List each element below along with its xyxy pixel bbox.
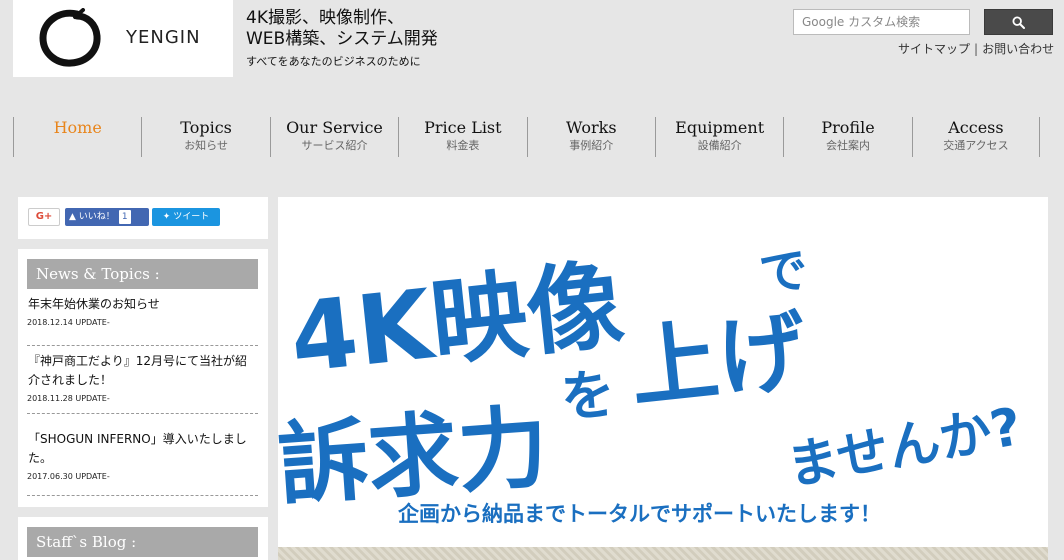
- header-links: サイトマップ | お問い合わせ: [898, 40, 1054, 57]
- tweet-label: ツイート: [173, 212, 210, 222]
- nav-item-sublabel: 事例紹介: [569, 139, 614, 152]
- nav-item-price-list[interactable]: Price List 料金表: [398, 117, 526, 157]
- blog-heading: Staff`s Blog :: [27, 527, 258, 557]
- news-date: 2018.12.14 UPDATE-: [27, 318, 110, 327]
- hero-text-wo: を: [559, 362, 617, 429]
- sitemap-link[interactable]: サイトマップ: [898, 42, 970, 56]
- site-search: [793, 9, 1053, 35]
- tagline: 4K撮影、映像制作、 WEB構築、システム開発 すべてをあなたのビジネスのために: [246, 8, 438, 71]
- hero-text-raise: 上げ: [625, 299, 811, 420]
- nav-item-label: Works: [565, 118, 617, 137]
- news-date: 2018.11.28 UPDATE-: [27, 394, 110, 403]
- like-count: 1: [118, 210, 131, 224]
- nav-item-label: Price List: [424, 118, 502, 137]
- google-plus-button[interactable]: G+: [28, 208, 60, 226]
- hero-text-appeal: 訴求力: [278, 395, 551, 519]
- hero-banner[interactable]: 4K映像 で 訴求力 を 上げ ませんか? 企画から納品までトータルでサポートい…: [278, 197, 1048, 547]
- nav-item-equipment[interactable]: Equipment 設備紹介: [654, 117, 783, 157]
- news-item[interactable]: 年末年始休業のお知らせ 2018.12.14 UPDATE-: [27, 295, 258, 346]
- nav-item-access[interactable]: Access 交通アクセス: [911, 117, 1041, 157]
- nav-item-label: Equipment: [675, 118, 765, 137]
- nav-item-sublabel: サービス紹介: [301, 139, 368, 152]
- link-separator: |: [974, 42, 979, 56]
- main-nav: Home Topics お知らせ Our Service サービス紹介 Pric…: [13, 117, 1053, 157]
- news-topics-panel: News & Topics : 年末年始休業のお知らせ 2018.12.14 U…: [18, 249, 268, 507]
- search-icon: [1012, 15, 1025, 29]
- hero-subline: 企画から納品までトータルでサポートいたします！: [397, 502, 881, 526]
- news-heading: News & Topics :: [27, 259, 258, 289]
- nav-item-sublabel: 交通アクセス: [943, 139, 1009, 152]
- tagline-line-3: すべてをあなたのビジネスのために: [246, 55, 421, 68]
- nav-item-label: Profile: [821, 118, 875, 137]
- nav-item-label: Our Service: [286, 118, 383, 137]
- news-title[interactable]: 「SHOGUN INFERNO」導入いたしました。: [27, 430, 258, 468]
- nav-item-home[interactable]: Home: [13, 117, 141, 157]
- news-item[interactable]: 「SHOGUN INFERNO」導入いたしました。 2017.06.30 UPD…: [27, 430, 258, 496]
- news-title[interactable]: 年末年始休業のお知らせ: [27, 295, 258, 314]
- nav-item-our-service[interactable]: Our Service サービス紹介: [269, 117, 398, 157]
- banner-bottom-strip: [278, 547, 1048, 560]
- ensō-logo-icon: [39, 8, 101, 67]
- logo[interactable]: YENGIN: [13, 0, 233, 77]
- news-title[interactable]: 『神戸商工だより』12月号にて当社が紹介されました！: [27, 352, 258, 390]
- nav-item-works[interactable]: Works 事例紹介: [526, 117, 655, 157]
- nav-item-label: Home: [53, 118, 102, 137]
- tweet-button[interactable]: ✦ ツイート: [152, 208, 220, 226]
- search-button[interactable]: [984, 9, 1053, 35]
- facebook-like-button[interactable]: ▲ いいね！ 1: [65, 208, 149, 226]
- logo-text: YENGIN: [126, 27, 201, 48]
- staff-blog-panel: Staff`s Blog :: [18, 517, 268, 560]
- like-label: いいね！: [78, 212, 115, 222]
- twitter-bird-icon: ✦: [162, 212, 171, 222]
- nav-item-label: Access: [948, 118, 1004, 137]
- hero-text-de: で: [757, 242, 811, 303]
- nav-item-sublabel: 会社案内: [826, 139, 871, 152]
- thumbs-up-icon: ▲: [69, 212, 76, 222]
- tagline-line-2: WEB構築、システム開発: [246, 29, 438, 49]
- nav-item-sublabel: 料金表: [446, 139, 480, 152]
- nav-item-sublabel: 設備紹介: [697, 139, 742, 152]
- nav-item-topics[interactable]: Topics お知らせ: [141, 117, 269, 157]
- hero-text-masenka: ませんか?: [782, 397, 1025, 497]
- search-input[interactable]: [793, 9, 970, 35]
- social-share-bar: G+ ▲ いいね！ 1 ✦ ツイート: [18, 197, 268, 239]
- tagline-line-1: 4K撮影、映像制作、: [246, 8, 404, 28]
- nav-item-profile[interactable]: Profile 会社案内: [783, 117, 911, 157]
- contact-link[interactable]: お問い合わせ: [982, 42, 1054, 56]
- news-date: 2017.06.30 UPDATE-: [27, 472, 110, 481]
- nav-item-label: Topics: [180, 118, 232, 137]
- hero-graphic: 4K映像 で 訴求力 を 上げ ませんか? 企画から納品までトータルでサポートい…: [278, 242, 1026, 526]
- news-item[interactable]: 『神戸商工だより』12月号にて当社が紹介されました！ 2018.11.28 UP…: [27, 352, 258, 414]
- nav-item-sublabel: お知らせ: [184, 139, 228, 152]
